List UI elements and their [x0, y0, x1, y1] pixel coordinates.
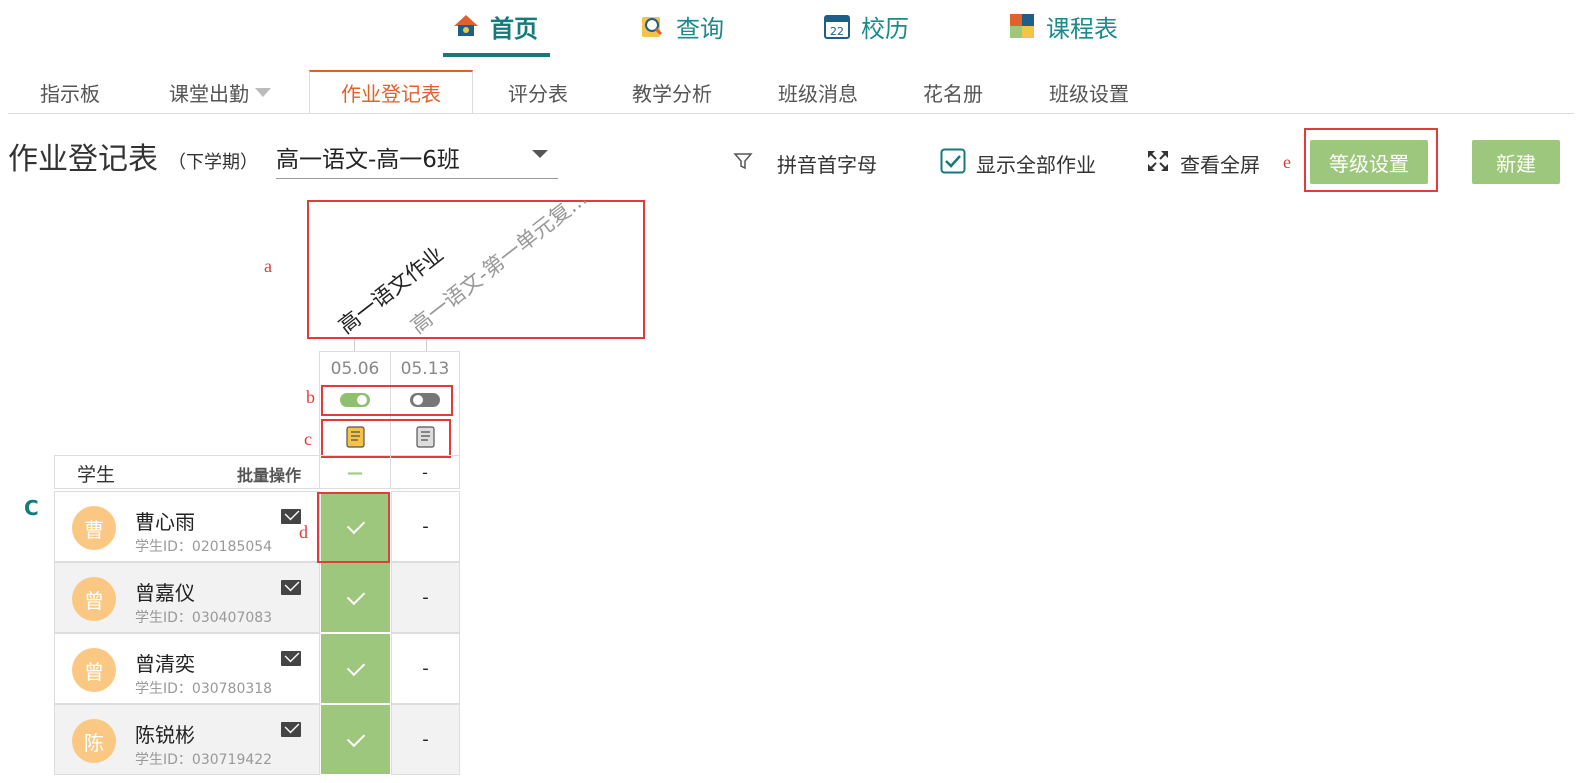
filter-icon — [733, 151, 753, 176]
assignment-date: 05.06 — [330, 359, 380, 379]
tab-analysis[interactable]: 教学分析 — [620, 70, 724, 114]
table-row: 曾 曾清奕 学生ID：030780318 — [54, 633, 320, 704]
show-all-label: 显示全部作业 — [976, 152, 1096, 177]
avatar: 曾 — [72, 577, 116, 621]
grade-settings-button[interactable]: 等级设置 — [1310, 140, 1428, 184]
calendar-icon: 22 — [823, 12, 851, 40]
publish-toggle-on[interactable] — [340, 393, 370, 407]
avatar: 曾 — [72, 648, 116, 692]
assignment-connector — [426, 339, 427, 351]
mail-icon[interactable] — [281, 580, 301, 595]
annotation-d: d — [299, 522, 308, 542]
tab-class-messages[interactable]: 班级消息 — [765, 70, 871, 114]
batch-cell-1[interactable]: — — [319, 455, 391, 489]
topnav-home[interactable]: 首页 — [452, 6, 538, 46]
class-select-value: 高一语文-高一6班 — [276, 147, 460, 173]
topnav-timetable-label: 课程表 — [1046, 14, 1118, 43]
pinyin-filter[interactable]: 拼音首字母 — [733, 146, 877, 180]
tab-dashboard[interactable]: 指示板 — [20, 70, 120, 114]
check-icon — [346, 586, 365, 605]
submission-cell-empty[interactable]: - — [391, 491, 460, 562]
annotation-c: c — [304, 429, 312, 449]
submission-cell-empty[interactable]: - — [391, 562, 460, 633]
topnav-search[interactable]: 查询 — [638, 6, 724, 46]
page-term: （下学期） — [168, 152, 258, 173]
mail-icon[interactable] — [281, 651, 301, 666]
topnav-timetable[interactable]: 课程表 — [1008, 6, 1118, 46]
timetable-icon — [1008, 12, 1036, 40]
submission-cell-empty[interactable]: - — [391, 633, 460, 704]
tab-attendance[interactable]: 课堂出勤 — [150, 70, 290, 114]
assignment-connector — [354, 339, 355, 351]
topnav-calendar-label: 校历 — [861, 14, 909, 43]
submission-cell-empty[interactable]: - — [391, 704, 460, 775]
topnav-active-indicator — [443, 53, 550, 57]
topnav-calendar[interactable]: 22 校历 — [823, 6, 909, 46]
annotation-a: a — [264, 256, 272, 276]
student-id: 学生ID：020185054 — [135, 539, 273, 555]
student-id: 学生ID：030719422 — [135, 752, 273, 768]
topnav-home-label: 首页 — [490, 14, 538, 43]
mail-icon[interactable] — [281, 722, 301, 737]
tab-class-settings[interactable]: 班级设置 — [1035, 70, 1143, 114]
avatar: 曹 — [72, 506, 116, 550]
topnav-search-label: 查询 — [676, 14, 724, 43]
submission-cell-done[interactable] — [320, 704, 391, 775]
class-select[interactable]: 高一语文-高一6班 — [276, 136, 558, 179]
student-name: 曹心雨 — [135, 510, 195, 534]
annotation-box-d — [317, 492, 390, 563]
tab-homework-register[interactable]: 作业登记表 — [309, 70, 473, 114]
assignment-detail-icon[interactable] — [346, 426, 366, 452]
table-row: 曾 曾嘉仪 学生ID：030407083 — [54, 562, 320, 633]
check-icon — [346, 728, 365, 747]
search-icon — [638, 12, 666, 40]
batch-actions[interactable]: 批量操作 — [237, 462, 301, 486]
svg-text:22: 22 — [830, 25, 844, 38]
tab-gradebook[interactable]: 评分表 — [490, 70, 586, 114]
table-row: 曹 曹心雨 学生ID：020185054 — [54, 491, 320, 562]
table-row: 陈 陈锐彬 学生ID：030719422 — [54, 704, 320, 775]
checkbox-checked-icon — [940, 148, 966, 179]
check-icon — [346, 657, 365, 676]
show-all-checkbox[interactable]: 显示全部作业 — [940, 146, 1096, 180]
submission-cell-done[interactable] — [320, 633, 391, 704]
batch-cell-2[interactable]: - — [390, 455, 460, 489]
annotation-C: C — [24, 496, 39, 520]
page-title: 作业登记表 — [8, 142, 158, 177]
table-header: 学生 批量操作 — [54, 455, 320, 489]
avatar: 陈 — [72, 719, 116, 763]
student-name: 曾清奕 — [135, 652, 195, 676]
home-icon — [452, 12, 480, 40]
assignment-date: 05.13 — [400, 359, 450, 379]
student-name: 曾嘉仪 — [135, 581, 195, 605]
chevron-down-icon — [532, 150, 548, 158]
fullscreen-icon — [1146, 149, 1170, 178]
fullscreen-label: 查看全屏 — [1180, 152, 1260, 177]
new-button[interactable]: 新建 — [1472, 140, 1560, 184]
fullscreen-button[interactable]: 查看全屏 — [1146, 146, 1260, 180]
publish-toggle-off[interactable] — [410, 393, 440, 407]
chevron-down-icon — [255, 87, 271, 97]
assignment-detail-icon[interactable] — [416, 426, 436, 452]
tab-roster[interactable]: 花名册 — [910, 70, 996, 114]
tabs-divider — [8, 113, 1574, 114]
annotation-b: b — [306, 387, 315, 407]
column-student: 学生 — [77, 464, 116, 486]
pinyin-filter-label: 拼音首字母 — [777, 152, 877, 177]
student-name: 陈锐彬 — [135, 723, 195, 747]
submission-cell-done[interactable] — [320, 562, 391, 633]
student-id: 学生ID：030407083 — [135, 610, 273, 626]
annotation-e: e — [1283, 152, 1291, 172]
student-id: 学生ID：030780318 — [135, 681, 273, 697]
mail-icon[interactable] — [281, 509, 301, 524]
